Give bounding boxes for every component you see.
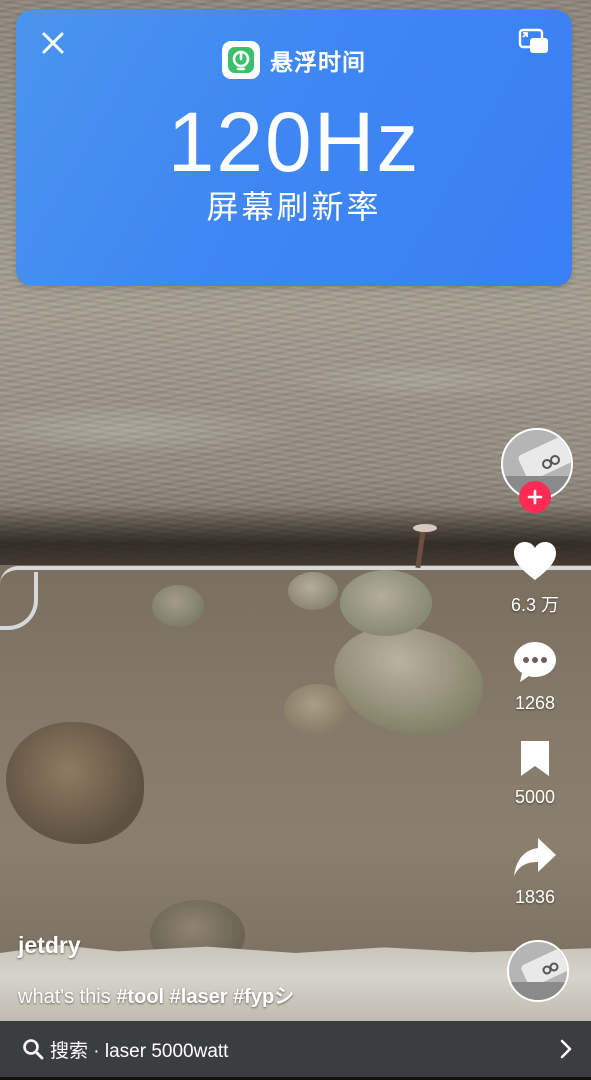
- plus-icon: [527, 489, 543, 505]
- hashtag[interactable]: #tool: [116, 986, 164, 1008]
- rock: [340, 570, 432, 636]
- related-search-text: 搜索 · laser 5000watt: [50, 1040, 229, 1062]
- related-search-bar[interactable]: 搜索 · laser 5000watt: [0, 1021, 591, 1077]
- refresh-rate-label: 屏幕刷新率: [206, 189, 382, 225]
- share-icon: [514, 838, 556, 876]
- refresh-rate-value: 120Hz: [167, 95, 421, 189]
- app-name: 悬浮时间: [270, 49, 366, 75]
- share-count: 1836: [514, 887, 556, 907]
- like-count: 6.3 万: [510, 595, 560, 615]
- hashtag[interactable]: #laser: [170, 986, 228, 1008]
- caption-text: what's this: [18, 986, 111, 1008]
- bookmark-icon: [521, 741, 549, 776]
- share-button[interactable]: 1836: [491, 836, 579, 908]
- save-count: 5000: [514, 787, 556, 807]
- rock: [284, 684, 350, 736]
- save-button[interactable]: 5000: [491, 738, 579, 808]
- search-icon: [23, 1039, 44, 1060]
- floating-refresh-rate-window[interactable]: 悬浮时间 120Hz 屏幕刷新率: [16, 10, 572, 286]
- app-icon: [222, 41, 260, 79]
- post-caption: what's this #tool #laser #fypシ: [18, 980, 294, 1009]
- floating-window-header: 悬浮时间: [16, 40, 572, 80]
- stick-tip: [413, 524, 437, 532]
- chevron-right-icon: [560, 1039, 572, 1059]
- creator-username[interactable]: jetdry: [18, 932, 81, 959]
- heart-icon: [514, 542, 556, 580]
- follow-button[interactable]: [519, 481, 551, 513]
- comment-icon: [514, 642, 556, 682]
- rock: [152, 585, 204, 627]
- action-rail: 6.3 万 1268 5000 1836: [491, 0, 591, 1080]
- comment-count: 1268: [514, 693, 556, 713]
- hashtag[interactable]: #fypシ: [233, 986, 294, 1008]
- music-disc[interactable]: [507, 940, 569, 1002]
- like-button[interactable]: 6.3 万: [491, 540, 579, 617]
- rock: [288, 572, 338, 610]
- comment-button[interactable]: 1268: [491, 640, 579, 714]
